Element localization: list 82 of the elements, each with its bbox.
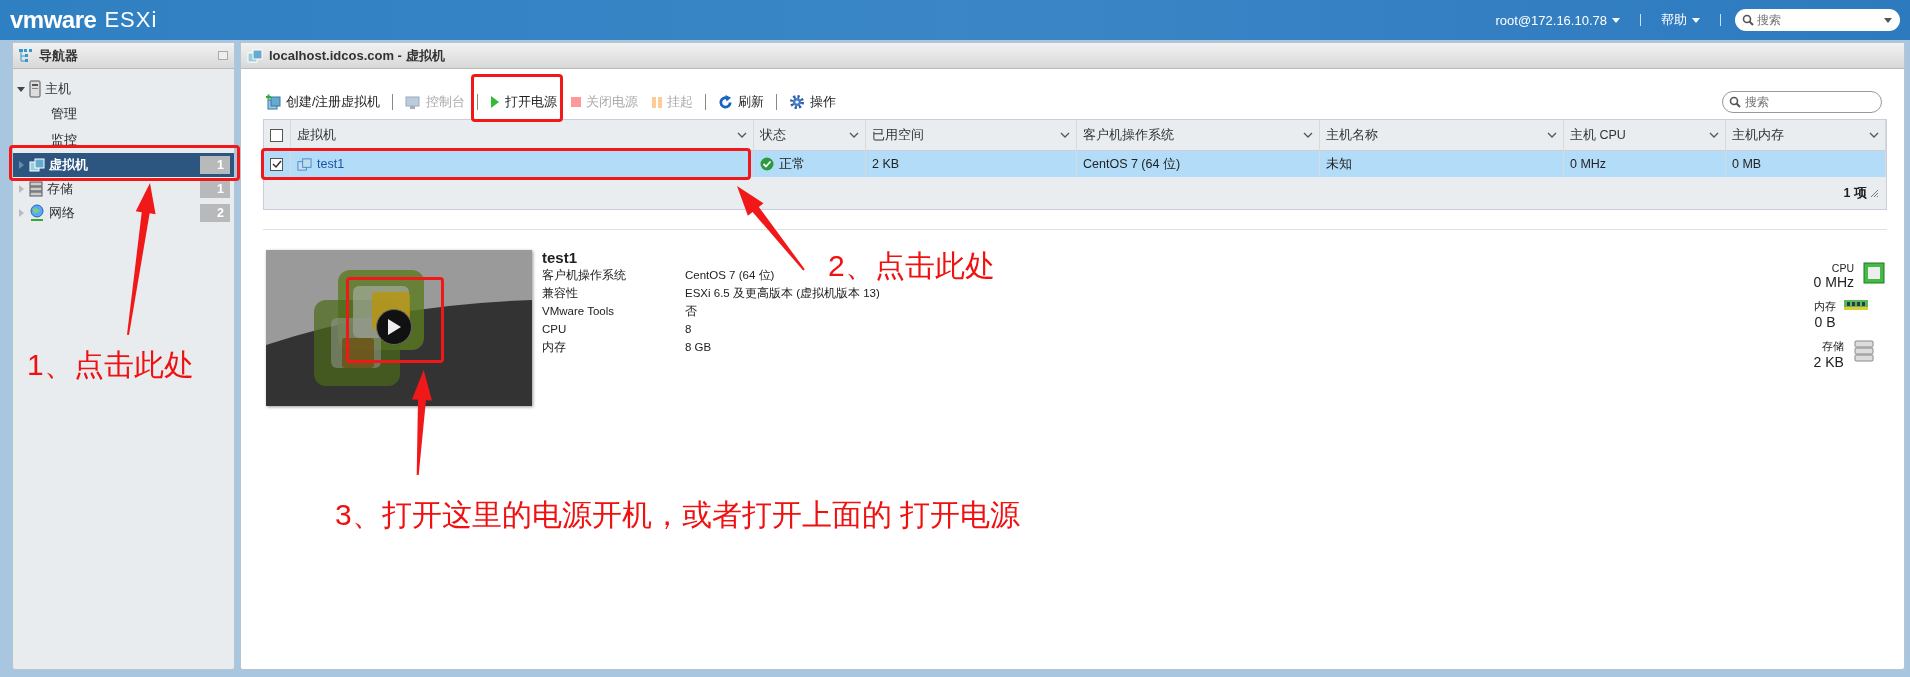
nav-item[interactable]: 存储 1 bbox=[13, 177, 234, 201]
table-cell: 正常 bbox=[779, 155, 805, 173]
property-label: CPU bbox=[542, 323, 568, 335]
table-cell: 2 KB bbox=[872, 157, 900, 171]
tree-icon bbox=[19, 48, 33, 63]
property-value: 8 bbox=[685, 323, 692, 335]
memory-icon bbox=[1843, 300, 1868, 310]
play-icon bbox=[386, 318, 402, 336]
stop-icon bbox=[571, 97, 582, 107]
chevron-icon bbox=[1869, 132, 1879, 138]
property-label: 内存 bbox=[542, 339, 567, 355]
logo: vmware bbox=[10, 6, 97, 34]
search-field[interactable]: 搜索 bbox=[1735, 9, 1900, 31]
user-menu[interactable]: root@172.16.10.78 bbox=[1489, 11, 1626, 29]
chevron-icon bbox=[1060, 132, 1070, 138]
annotation-text: 2、点击此处 bbox=[828, 251, 995, 281]
panel-title: localhost.idcos.com - 虚拟机 bbox=[269, 46, 445, 65]
stat-label: CPU bbox=[1831, 262, 1854, 274]
product-name: ESXi bbox=[104, 7, 158, 33]
table-cell: 未知 bbox=[1326, 155, 1352, 173]
nav-item[interactable]: 监控 bbox=[13, 127, 234, 153]
annotation-text: 1、点击此处 bbox=[27, 350, 194, 380]
globe-icon bbox=[29, 204, 45, 222]
nav-item[interactable]: 管理 bbox=[13, 101, 234, 127]
pause-icon bbox=[652, 96, 663, 108]
add-vm-icon bbox=[265, 94, 281, 110]
chevron-icon bbox=[1303, 132, 1313, 138]
toolbar-button[interactable]: 刷新 bbox=[716, 91, 767, 113]
property-label: 兼容性 bbox=[542, 285, 579, 301]
checkmark-icon bbox=[271, 159, 282, 169]
table-row[interactable] bbox=[264, 151, 291, 177]
chevron-icon bbox=[1547, 132, 1557, 138]
property-value: 否 bbox=[685, 303, 697, 319]
database-icon bbox=[29, 181, 43, 197]
search-field[interactable]: 搜索 bbox=[1722, 91, 1882, 113]
play-icon bbox=[490, 95, 501, 109]
monitor-icon bbox=[405, 94, 422, 110]
refresh-icon bbox=[718, 94, 734, 110]
property-value: ESXi 6.5 及更高版本 (虚拟机版本 13) bbox=[685, 285, 880, 301]
expander-icon[interactable] bbox=[17, 85, 25, 93]
stat-value: 0 B bbox=[1814, 314, 1836, 330]
server-icon bbox=[29, 80, 41, 98]
nav-item[interactable]: 虚拟机 1 bbox=[13, 153, 234, 177]
stat-value: 2 KB bbox=[1813, 354, 1844, 370]
search-icon bbox=[1729, 96, 1741, 108]
chip-icon bbox=[1863, 262, 1885, 284]
property-label: VMware Tools bbox=[542, 305, 615, 317]
table-cell: 0 MHz bbox=[1570, 157, 1607, 171]
vm-icon bbox=[297, 156, 312, 172]
settings-icon bbox=[789, 94, 806, 110]
nav-item[interactable]: 主机 bbox=[13, 77, 234, 101]
vm-icon bbox=[29, 157, 45, 173]
search-icon bbox=[1742, 14, 1754, 26]
property-value: CentOS 7 (64 位) bbox=[685, 267, 775, 283]
database-icon bbox=[1853, 340, 1874, 362]
checkbox[interactable] bbox=[270, 128, 283, 142]
check-circle-icon bbox=[760, 157, 774, 171]
caret-icon bbox=[1692, 17, 1700, 23]
toolbar-button[interactable]: 创建/注册虚拟机 bbox=[263, 91, 383, 113]
item-count: 1 项 bbox=[1843, 184, 1867, 202]
toolbar-button[interactable]: 操作 bbox=[787, 91, 839, 113]
table-cell: CentOS 7 (64 位) bbox=[1083, 155, 1181, 173]
resize-grip-icon[interactable] bbox=[1870, 189, 1878, 197]
checkbox[interactable] bbox=[270, 157, 283, 171]
stat-label: 存储 bbox=[1821, 340, 1844, 354]
chevron-icon bbox=[737, 132, 747, 138]
stat-label: 内存 bbox=[1813, 300, 1836, 314]
panel-title: 导航器 bbox=[39, 46, 79, 65]
caret-icon[interactable] bbox=[1884, 18, 1892, 23]
table-cell: 0 MB bbox=[1732, 157, 1762, 171]
vm-link[interactable]: test1 bbox=[317, 157, 345, 171]
property-value: 8 GB bbox=[685, 341, 712, 353]
annotation-text: 3、打开这里的电源开机，或者打开上面的 打开电源 bbox=[335, 500, 1021, 530]
property-label: 客户机操作系统 bbox=[542, 267, 627, 283]
toolbar-button[interactable]: 打开电源 bbox=[488, 91, 560, 113]
vm-icon bbox=[247, 47, 263, 64]
caret-icon bbox=[1612, 17, 1620, 23]
chevron-icon bbox=[849, 132, 859, 138]
help-menu[interactable]: 帮助 bbox=[1655, 10, 1706, 30]
nav-item[interactable]: 网络 2 bbox=[13, 201, 234, 225]
stat-value: 0 MHz bbox=[1813, 274, 1854, 290]
chevron-icon bbox=[1709, 132, 1719, 138]
